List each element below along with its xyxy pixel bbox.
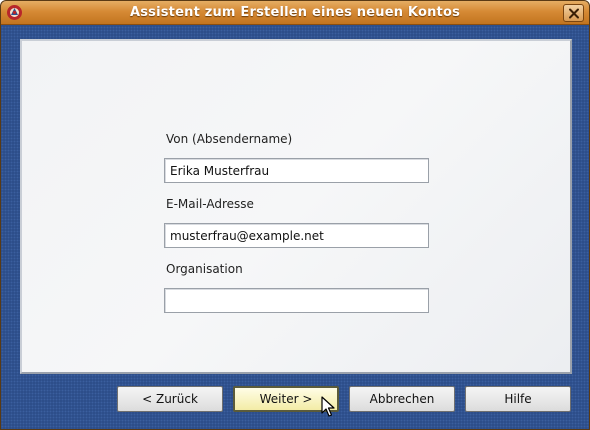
dialog-body: Von (Absendername) Erika Musterfrau E-Ma… — [1, 26, 589, 429]
sender-name-label: Von (Absendername) — [166, 132, 293, 146]
close-button[interactable] — [563, 4, 584, 22]
wizard-page-panel: Von (Absendername) Erika Musterfrau E-Ma… — [20, 39, 572, 374]
window-title: Assistent zum Erstellen eines neuen Kont… — [129, 5, 461, 20]
organization-field[interactable] — [164, 288, 429, 313]
thunderbird-app-icon — [6, 4, 23, 21]
help-button[interactable]: Hilfe — [465, 386, 571, 412]
email-field[interactable]: musterfrau@example.net — [164, 223, 429, 248]
sender-name-field[interactable]: Erika Musterfrau — [164, 158, 429, 183]
dialog-window: Assistent zum Erstellen eines neuen Kont… — [0, 0, 590, 430]
email-label: E-Mail-Adresse — [166, 197, 254, 211]
close-icon — [569, 8, 579, 19]
organization-label: Organisation — [166, 262, 243, 276]
mouse-pointer-icon — [321, 396, 335, 417]
title-bar[interactable]: Assistent zum Erstellen eines neuen Kont… — [1, 1, 589, 25]
cancel-button[interactable]: Abbrechen — [349, 386, 455, 412]
back-button[interactable]: < Zurück — [117, 386, 223, 412]
